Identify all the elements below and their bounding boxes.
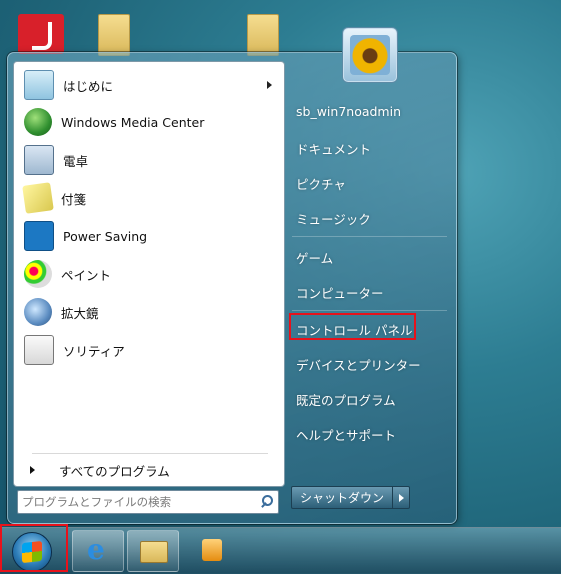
menu-item-label: Power Saving <box>63 228 148 244</box>
magnifier-icon <box>24 298 52 326</box>
expand-arrow-icon <box>30 466 35 474</box>
right-item-user[interactable]: sb_win7noadmin <box>296 104 401 119</box>
shutdown-options-arrow-icon[interactable] <box>393 486 411 509</box>
menu-item-solitaire[interactable]: ソリティア <box>24 333 282 367</box>
submenu-arrow-icon <box>267 81 272 89</box>
search-placeholder: プログラムとファイルの検索 <box>22 495 172 509</box>
shutdown-group: シャットダウン <box>291 486 411 509</box>
menu-item-power-saving[interactable]: Power Saving <box>24 219 282 253</box>
energy-star-icon <box>24 221 54 251</box>
start-menu: はじめに Windows Media Center 電卓 付箋 Power Sa… <box>7 52 457 524</box>
menu-item-label: ソリティア <box>63 343 125 359</box>
right-item-games[interactable]: ゲーム <box>296 248 333 267</box>
folder-icon[interactable] <box>98 14 130 56</box>
search-icon[interactable] <box>260 495 274 509</box>
right-item-music[interactable]: ミュージック <box>296 209 371 228</box>
control-panel-highlight-box <box>289 313 416 340</box>
solitaire-icon <box>24 335 54 365</box>
folder-icon[interactable] <box>247 14 279 56</box>
internet-explorer-icon[interactable] <box>72 530 124 572</box>
paint-icon <box>24 260 52 288</box>
getting-started-icon <box>24 70 54 100</box>
menu-item-getting-started[interactable]: はじめに <box>24 68 282 102</box>
all-programs-button[interactable]: すべてのプログラム <box>28 459 170 481</box>
shutdown-button[interactable]: シャットダウン <box>291 486 394 509</box>
right-item-computer[interactable]: コンピューター <box>296 283 384 302</box>
sticky-notes-icon <box>22 182 54 214</box>
menu-item-magnifier[interactable]: 拡大鏡 <box>24 295 282 329</box>
divider <box>32 453 268 454</box>
start-menu-programs-pane: はじめに Windows Media Center 電卓 付箋 Power Sa… <box>13 61 285 487</box>
right-item-help-support[interactable]: ヘルプとサポート <box>296 425 396 444</box>
menu-item-sticky-notes[interactable]: 付箋 <box>22 181 282 215</box>
start-orb-highlight-box <box>0 524 68 572</box>
sunflower-picture-icon <box>350 35 390 75</box>
desktop-app-icon[interactable] <box>18 14 64 54</box>
menu-item-label: 拡大鏡 <box>61 305 99 321</box>
calculator-icon <box>24 145 54 175</box>
right-item-documents[interactable]: ドキュメント <box>296 139 371 158</box>
windows-media-center-icon <box>24 108 52 136</box>
right-item-devices-printers[interactable]: デバイスとプリンター <box>296 355 421 374</box>
divider <box>292 310 447 311</box>
menu-item-label: 電卓 <box>63 153 89 169</box>
menu-item-windows-media-center[interactable]: Windows Media Center <box>24 105 282 139</box>
search-input[interactable]: プログラムとファイルの検索 <box>17 490 279 514</box>
all-programs-label: すべてのプログラム <box>59 463 170 479</box>
menu-item-label: Windows Media Center <box>61 114 205 130</box>
user-avatar[interactable] <box>343 28 397 82</box>
menu-item-label: 付箋 <box>61 191 87 207</box>
windows-explorer-icon[interactable] <box>127 530 179 572</box>
menu-item-label: ペイント <box>61 267 112 283</box>
right-item-pictures[interactable]: ピクチャ <box>296 174 346 193</box>
menu-item-paint[interactable]: ペイント <box>24 257 282 291</box>
menu-item-label: はじめに <box>63 78 114 94</box>
right-item-default-programs[interactable]: 既定のプログラム <box>296 390 396 409</box>
windows-media-player-icon[interactable] <box>192 534 230 566</box>
divider <box>292 236 447 237</box>
menu-item-calculator[interactable]: 電卓 <box>24 143 282 177</box>
